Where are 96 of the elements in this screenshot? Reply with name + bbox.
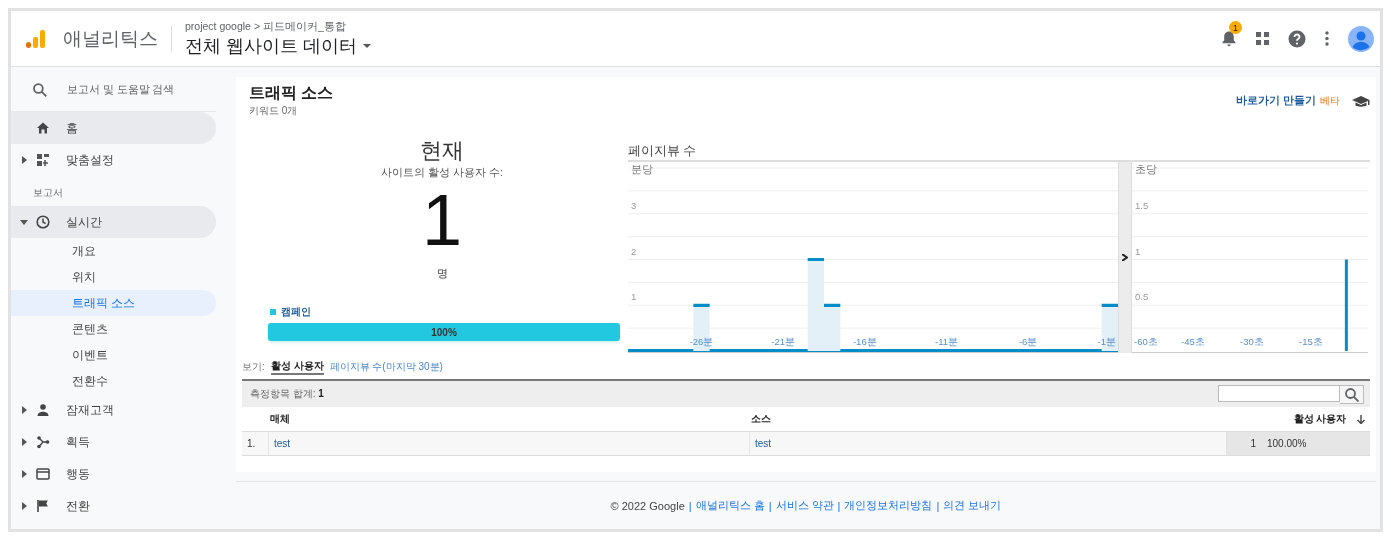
sidebar-item[interactable]: 홈 [11,112,216,144]
chart-title: 초당 [1135,163,1157,177]
column-header[interactable]: 매체 [268,407,750,432]
view-tab[interactable]: 페이지뷰 수(마지막 30분) [329,360,443,374]
chart-heading: 페이지뷰 수 [628,143,698,159]
nav-link[interactable]: 콘텐츠 [11,316,216,342]
home-icon [36,121,50,135]
search-field[interactable]: 보고서 및 도움말 검색 [64,81,216,97]
dashboard-icon [36,153,50,167]
nav-link[interactable]: 전환수 [11,368,216,394]
caret-icon[interactable] [19,218,28,226]
person-icon [36,403,50,417]
footer-separator: | [768,499,772,512]
search-icon [32,81,47,97]
copyright-text: © 2022 Google [610,499,685,512]
view-tab[interactable]: 활성 사용자 [270,359,324,375]
window-icon [36,467,50,481]
account-avatar[interactable] [1348,25,1374,52]
table-search-field[interactable] [1218,384,1340,402]
sidebar-item[interactable]: 실시간 [11,206,216,238]
notification-badge: 1 [1229,21,1242,34]
caret-icon[interactable] [19,470,28,478]
view-label: 보기: [242,360,265,374]
sidebar-item[interactable]: 행동 [11,458,216,490]
graduation-cap-icon[interactable] [1352,94,1370,107]
caret-icon[interactable] [19,156,28,164]
axis-label: 2 [631,245,637,257]
sidebar-item[interactable]: 전환 [11,490,216,522]
sort-arrow-icon[interactable] [1356,414,1365,424]
axis-label: 0.5 [1135,291,1149,303]
axis-label: -16분 [852,336,877,347]
axis-label: -30초 [1240,336,1264,347]
footer-link[interactable]: 서비스 약관 [775,498,834,513]
caret-icon [363,43,371,48]
product-name: 애널리틱스 [63,26,158,51]
now-heading: 현재 [420,137,464,165]
notification-bell-icon[interactable] [1221,30,1237,47]
metric-total: 측정항목 합계: 1 [250,387,324,401]
column-header[interactable]: 활성 사용자 [1293,412,1347,426]
search-icon [1344,386,1359,402]
section-label: 보고서 [32,186,64,200]
sidebar-item[interactable]: 잠재고객 [11,394,216,426]
axis-label: 3 [631,199,637,211]
report-subtitle: 키워드 0개 [249,104,299,118]
axis-label: 1.5 [1135,199,1149,211]
caret-icon[interactable] [19,438,28,446]
axis-label: 1 [1135,245,1141,257]
breadcrumb[interactable]: project google > 피드메이커_통합 [185,19,371,34]
nav-link[interactable]: 위치 [11,264,216,290]
caret-icon[interactable] [19,406,28,414]
footer-separator: | [688,499,692,512]
axis-label: -26분 [689,336,714,347]
report-title: 트래픽 소스 [249,83,334,103]
axis-label: 1 [631,291,637,303]
legend-swatch [270,309,276,315]
flag-icon [36,499,50,513]
table-cell: 100.00% [1261,431,1370,456]
table-link[interactable]: test [274,438,291,449]
row-number: 1. [242,431,269,456]
axis-label: -1분 [1097,336,1116,347]
clock-icon [36,215,50,229]
axis-label: -45초 [1181,336,1205,347]
footer-link[interactable]: 애널리틱스 홈 [695,498,765,513]
beta-label: 베타 [1320,93,1340,108]
view-selector[interactable]: 전체 웹사이트 데이터 [185,33,371,58]
share-bar-label: 100% [431,326,457,338]
sidebar-item[interactable]: 맞춤설정 [11,144,216,176]
branch-icon [36,435,50,449]
footer-link[interactable]: 개인정보처리방침 [844,498,933,513]
active-users-count: 1 [421,188,462,252]
caret-icon[interactable] [19,502,28,510]
axis-label: -21분 [771,336,796,347]
axis-label: -11분 [935,336,958,347]
axis-label: -6분 [1018,336,1038,347]
nav-link[interactable]: 이벤트 [11,342,216,368]
sidebar-item[interactable]: 획득 [11,426,216,458]
column-header[interactable]: 소스 [749,407,1227,432]
logo-icon[interactable] [26,29,45,48]
count-unit: 명 [436,266,448,281]
shortcut-link[interactable]: 바로가기 만들기 [1236,93,1316,108]
footer-separator: | [936,499,940,512]
nav-link[interactable]: 개요 [11,238,216,264]
nav-link[interactable]: 트래픽 소스 [11,290,216,316]
axis-label: -15초 [1299,336,1323,347]
axis-label: -60초 [1134,336,1158,347]
footer-link[interactable]: 의견 보내기 [943,498,1002,513]
chevron-right-icon [1122,254,1128,261]
footer-separator: | [837,499,841,512]
table-link[interactable]: test [755,438,772,449]
apps-grid-icon[interactable] [1256,32,1269,45]
more-menu-icon[interactable] [1325,31,1329,46]
help-icon[interactable] [1288,29,1306,48]
legend-label: 캠페인 [281,305,311,319]
active-users-caption: 사이트의 활성 사용자 수: [381,166,503,180]
chart-title: 분당 [631,163,653,177]
search-button[interactable] [1340,384,1364,404]
